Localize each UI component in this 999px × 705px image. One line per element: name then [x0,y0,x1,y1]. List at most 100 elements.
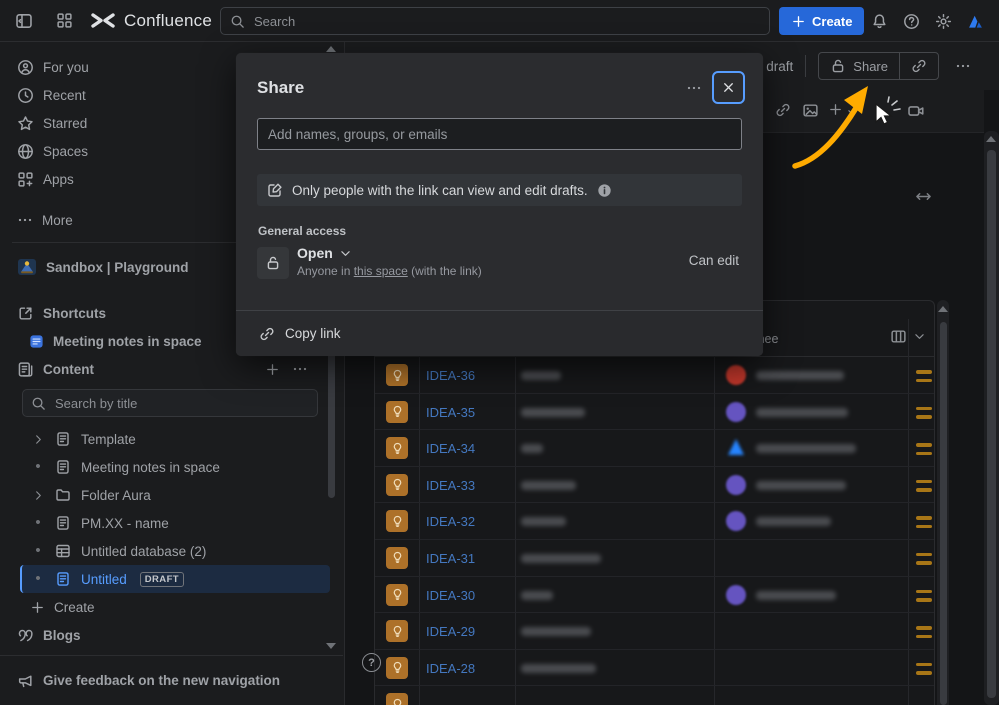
issue-key-link[interactable]: IDEA-30 [426,588,475,603]
insert-plus-icon[interactable] [828,102,843,117]
insert-image-icon[interactable] [802,102,819,119]
sidebar-item-content[interactable]: Content [0,355,344,383]
full-width-toggle-icon[interactable] [915,188,932,205]
tree-create-button[interactable]: Create [0,593,344,621]
share-more-button[interactable] [676,74,712,102]
add-content-icon[interactable] [265,361,280,377]
page-more-button[interactable] [951,54,975,78]
unlock-icon [830,58,846,74]
space-name: Sandbox | Playground [46,259,189,275]
content-icon [17,361,34,378]
plus-icon [30,600,45,615]
notifications-button[interactable] [863,5,895,37]
sidebar-item-blogs[interactable]: Blogs [0,621,344,649]
chevron-down-icon [913,330,926,343]
assignee-name-redacted [756,407,848,417]
copy-link-button-header[interactable] [899,53,938,79]
issue-key-link[interactable]: IDEA-34 [426,441,475,456]
tree-item-label: Meeting notes in space [81,459,220,475]
summary-redacted [521,444,543,454]
chevron-right-icon[interactable] [30,489,46,502]
grid-icon [56,12,73,29]
this-space-link[interactable]: this space [354,264,408,278]
tree-item-folder-aura[interactable]: Folder Aura [20,481,330,509]
page-icon [55,571,71,587]
assignee-name-redacted [756,480,846,490]
share-button[interactable]: Share [819,53,899,79]
chevron-down-icon[interactable] [846,106,859,119]
table-row[interactable]: IDEA-35 [375,394,934,431]
scroll-up-arrow[interactable] [938,306,948,312]
table-row[interactable]: IDEA-31 [375,540,934,577]
search-input[interactable] [252,12,760,30]
scroll-down-arrow[interactable] [326,643,336,649]
idea-type-icon [386,510,408,533]
sidebar-item-label: For you [43,59,89,75]
scrollbar-thumb[interactable] [939,322,947,705]
issue-key-link[interactable]: IDEA-35 [426,405,475,420]
page-scrollbar[interactable] [984,131,999,705]
table-row[interactable]: IDEA-28 [375,650,934,687]
table-row[interactable] [375,686,934,705]
close-dialog-button[interactable] [712,71,745,104]
table-row[interactable]: IDEA-36 [375,357,934,394]
table-scrollbar[interactable] [937,300,949,705]
chevron-right-icon[interactable] [30,433,46,446]
share-recipients-input[interactable] [257,118,742,150]
page-blue-icon [29,334,44,349]
issue-key-link[interactable]: IDEA-28 [426,661,475,676]
tree-item-untitled-database-2-[interactable]: • Untitled database (2) [20,537,330,565]
scroll-up-arrow[interactable] [326,46,336,52]
table-row[interactable]: IDEA-32 [375,503,934,540]
create-button[interactable]: Create [779,7,865,35]
permission-value[interactable]: Can edit [689,253,739,268]
table-row[interactable]: IDEA-30 [375,577,934,614]
tree-item-pm-xx-name[interactable]: • PM.XX - name [20,509,330,537]
content-search-input[interactable] [53,394,309,412]
settings-button[interactable] [927,5,959,37]
copy-link-button[interactable]: Copy link [236,310,763,356]
sidebar-item-label: More [42,212,73,228]
priority-bars-icon [916,406,932,419]
tree-item-untitled[interactable]: • Untitled DRAFT [20,565,330,593]
top-bar: Confluence Create [0,0,999,42]
assignee-avatar [726,474,746,495]
sidebar-footer[interactable]: Give feedback on the new navigation [0,655,343,705]
scrollbar-thumb[interactable] [987,150,996,698]
idea-type-icon [386,620,408,643]
help-fab-button[interactable]: ? [362,653,381,672]
divider [805,55,807,77]
table-row[interactable]: IDEA-33 [375,467,934,504]
global-search[interactable] [220,7,770,35]
help-button[interactable] [895,5,927,37]
general-access-label: General access [258,224,347,238]
tree-item-meeting-notes-in-space[interactable]: • Meeting notes in space [20,453,330,481]
blogs-icon [17,627,34,644]
record-video-icon[interactable] [907,102,925,120]
issue-key-link[interactable]: IDEA-29 [426,624,475,639]
issue-key-link[interactable]: IDEA-33 [426,478,475,493]
collapse-sidebar-icon[interactable] [8,5,40,37]
issue-key-link[interactable]: IDEA-32 [426,514,475,529]
issue-key-link[interactable]: IDEA-31 [426,551,475,566]
issue-key-link[interactable]: IDEA-36 [426,368,475,383]
profile-avatar[interactable] [959,5,991,37]
table-row[interactable]: IDEA-34 [375,430,934,467]
access-level-dropdown[interactable]: Open [297,245,482,261]
content-more-icon[interactable] [292,361,308,377]
link-icon [911,58,927,74]
confluence-logo[interactable]: Confluence [90,11,212,31]
scroll-up-arrow[interactable] [986,136,996,142]
insert-link-icon[interactable] [775,102,791,118]
blogs-label: Blogs [43,627,81,643]
tree-item-template[interactable]: Template [20,425,330,453]
info-icon[interactable] [597,183,612,198]
assignee-avatar [726,401,746,422]
assignee-name-redacted [756,444,856,454]
link-icon [259,326,275,342]
content-search[interactable] [22,389,318,417]
table-row[interactable]: IDEA-29 [375,613,934,650]
app-switcher-icon[interactable] [48,5,80,37]
atlassian-logo-icon [966,12,985,31]
priority-bars-icon [916,443,932,456]
